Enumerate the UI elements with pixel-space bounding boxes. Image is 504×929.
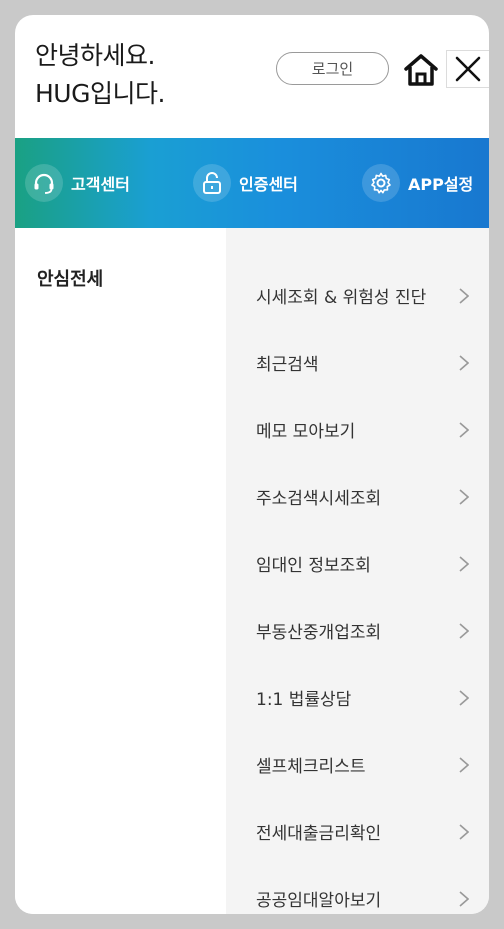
menu-item-label: 1:1 법률상담 [256,690,352,710]
greeting-text: 안녕하세요. HUG입니다. [35,37,165,113]
customer-center-label: 고객센터 [71,175,130,194]
side-menu-panel: 안녕하세요. HUG입니다. 로그인 고객센터 인증센터 APP설정 안심전세 … [15,15,489,914]
menu-item-memo[interactable]: 메모 모아보기 [226,396,489,463]
menu-item-label: 부동산중개업조회 [256,623,382,643]
menu-item-legal-consult[interactable]: 1:1 법률상담 [226,664,489,731]
chevron-right-icon [459,890,469,907]
menu-item-self-checklist[interactable]: 셀프체크리스트 [226,731,489,798]
close-icon [455,56,481,82]
chevron-right-icon [459,823,469,840]
menu-item-label: 전세대출금리확인 [256,824,382,844]
lock-icon [193,164,231,202]
category-safe-jeonse[interactable]: 안심전세 [37,265,103,291]
gear-icon [362,164,400,202]
chevron-right-icon [459,421,469,438]
greeting-line-2: HUG입니다. [35,79,165,108]
menu-item-label: 공공임대알아보기 [256,891,382,911]
chevron-right-icon [459,555,469,572]
menu-item-landlord-info[interactable]: 임대인 정보조회 [226,530,489,597]
chevron-right-icon [459,354,469,371]
menu-item-label: 최근검색 [256,355,319,375]
category-column: 안심전세 [15,228,226,914]
chevron-right-icon [459,622,469,639]
home-icon[interactable] [402,51,440,89]
headset-icon [25,164,63,202]
menu-item-label: 임대인 정보조회 [256,556,371,576]
menu-item-label: 메모 모아보기 [256,422,356,442]
menu-item-price-risk[interactable]: 시세조회 & 위험성 진단 [226,262,489,329]
chevron-right-icon [459,488,469,505]
menu-item-label: 시세조회 & 위험성 진단 [256,288,427,308]
app-settings-button[interactable]: APP설정 [362,138,473,228]
chevron-right-icon [459,756,469,773]
menu-item-public-rental[interactable]: 공공임대알아보기 [226,865,489,914]
menu-item-broker-search[interactable]: 부동산중개업조회 [226,597,489,664]
app-settings-label: APP설정 [408,175,474,194]
customer-center-button[interactable]: 고객센터 [25,138,130,228]
chevron-right-icon [459,689,469,706]
close-button[interactable] [446,50,489,88]
auth-center-label: 인증센터 [239,175,298,194]
greeting-line-1: 안녕하세요. [35,41,155,70]
menu-item-recent-search[interactable]: 최근검색 [226,329,489,396]
login-button[interactable]: 로그인 [276,52,389,85]
quick-menu-bar: 고객센터 인증센터 APP설정 [15,138,489,228]
chevron-right-icon [459,287,469,304]
auth-center-button[interactable]: 인증센터 [193,138,298,228]
menu-item-label: 셀프체크리스트 [256,757,366,777]
menu-item-address-price[interactable]: 주소검색시세조회 [226,463,489,530]
submenu-list: 시세조회 & 위험성 진단 최근검색 메모 모아보기 주소검색시세조회 임대인 … [226,228,489,914]
menu-item-loan-rate[interactable]: 전세대출금리확인 [226,798,489,865]
menu-item-label: 주소검색시세조회 [256,489,382,509]
